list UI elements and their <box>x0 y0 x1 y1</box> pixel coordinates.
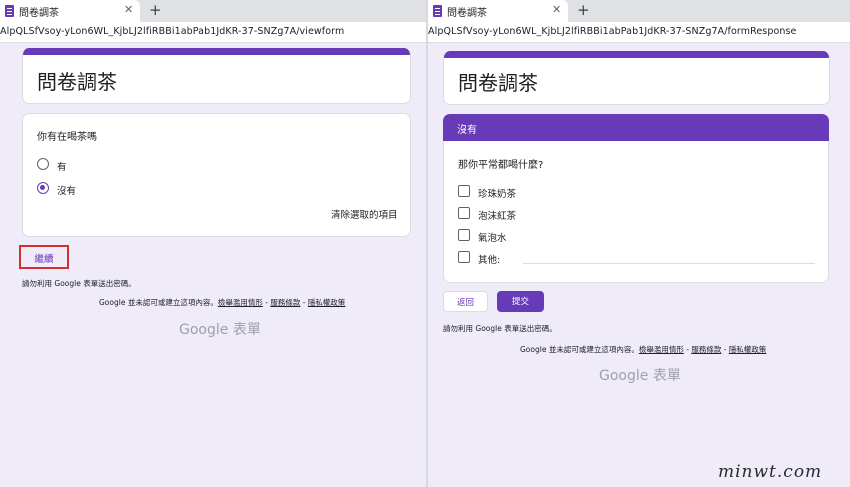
tab-bar: 問卷調茶 ✕ + <box>0 0 428 22</box>
accent-bar <box>23 48 410 55</box>
password-warning: 請勿利用 Google 表單送出密碼。 <box>22 279 136 288</box>
back-button[interactable]: 返回 <box>443 291 488 312</box>
url-text: AlpQLSfVsoy-yLon6WL_KjbLJ2lfiRBBi1abPab1… <box>428 26 797 37</box>
close-tab-icon[interactable]: ✕ <box>124 3 133 17</box>
address-bar[interactable]: AlpQLSfVsoy-yLon6WL_KjbLJ2lfiRBBi1abPab1… <box>428 22 850 43</box>
separator: - <box>300 298 308 307</box>
continue-label: 繼續 <box>34 254 54 265</box>
radio-label-yes: 有 <box>57 162 67 173</box>
tab-title: 問卷調茶 <box>447 8 487 19</box>
terms-link[interactable]: 服務條款 <box>270 298 300 307</box>
google-forms-icon <box>5 5 14 17</box>
form-title: 問卷調茶 <box>458 71 538 95</box>
google-forms-icon <box>433 5 442 17</box>
back-label: 返回 <box>456 298 474 308</box>
checkbox-label-2: 泡沫紅茶 <box>478 211 517 222</box>
google-forms-logo: Google 表單 <box>599 368 681 384</box>
disclaimer-text: Google 並未認可或建立這項內容。 <box>99 298 218 307</box>
form-title-card: 問卷調茶 <box>22 48 411 104</box>
clear-selection-link[interactable]: 清除選取的項目 <box>331 207 398 221</box>
privacy-link[interactable]: 隱私權政策 <box>729 345 767 354</box>
site-watermark: minwt.com <box>718 462 823 482</box>
new-tab-icon[interactable]: + <box>577 0 590 20</box>
section-header: 沒有 <box>443 114 829 142</box>
continue-button[interactable]: 繼續 <box>19 245 69 269</box>
privacy-link[interactable]: 隱私權政策 <box>308 298 346 307</box>
right-browser-window: 問卷調茶 ✕ + AlpQLSfVsoy-yLon6WL_KjbLJ2lfiRB… <box>428 0 850 487</box>
browser-tab[interactable]: 問卷調茶 ✕ <box>0 0 140 22</box>
checkbox-label-other: 其他: <box>478 255 501 266</box>
url-text: AlpQLSfVsoy-yLon6WL_KjbLJ2lfiRBBi1abPab1… <box>0 26 345 37</box>
report-abuse-link[interactable]: 檢舉濫用情形 <box>218 298 263 307</box>
question-title: 那你平常都喝什麼? <box>458 160 544 171</box>
tab-title: 問卷調茶 <box>19 8 59 19</box>
radio-option-yes[interactable] <box>37 158 49 170</box>
checkbox-option-3[interactable] <box>458 229 470 241</box>
accent-bar <box>444 51 829 58</box>
password-warning: 請勿利用 Google 表單送出密碼。 <box>443 324 557 333</box>
section-title: 沒有 <box>457 125 477 136</box>
submit-button[interactable]: 提交 <box>497 291 544 312</box>
question-card: 那你平常都喝什麼? 珍珠奶茶 泡沫紅茶 氣泡水 其他: <box>443 141 829 283</box>
browser-tab[interactable]: 問卷調茶 ✕ <box>428 0 568 22</box>
address-bar[interactable]: AlpQLSfVsoy-yLon6WL_KjbLJ2lfiRBBi1abPab1… <box>0 22 428 43</box>
terms-link[interactable]: 服務條款 <box>691 345 721 354</box>
form-page: 問卷調茶 你有在喝茶嗎 有 沒有 清除選取的項目 繼續 請勿利用 Google … <box>0 43 428 487</box>
close-tab-icon[interactable]: ✕ <box>552 3 561 17</box>
radio-label-no: 沒有 <box>57 186 77 197</box>
disclaimer: Google 並未認可或建立這項內容。檢舉濫用情形 - 服務條款 - 隱私權政策 <box>99 297 345 308</box>
checkbox-option-1[interactable] <box>458 185 470 197</box>
disclaimer-text: Google 並未認可或建立這項內容。 <box>520 345 639 354</box>
checkbox-label-1: 珍珠奶茶 <box>478 189 517 200</box>
radio-option-no[interactable] <box>37 182 49 194</box>
other-text-input[interactable] <box>523 263 815 264</box>
form-title: 問卷調茶 <box>37 70 117 94</box>
submit-label: 提交 <box>511 297 529 307</box>
form-page: 問卷調茶 沒有 那你平常都喝什麼? 珍珠奶茶 泡沫紅茶 氣泡水 其他: 返回 提… <box>428 43 850 487</box>
google-forms-logo: Google 表單 <box>179 322 261 338</box>
checkbox-label-3: 氣泡水 <box>478 233 507 244</box>
new-tab-icon[interactable]: + <box>149 0 162 20</box>
left-browser-window: 問卷調茶 ✕ + AlpQLSfVsoy-yLon6WL_KjbLJ2lfiRB… <box>0 0 428 487</box>
disclaimer: Google 並未認可或建立這項內容。檢舉濫用情形 - 服務條款 - 隱私權政策 <box>520 344 766 355</box>
form-title-card: 問卷調茶 <box>443 51 830 105</box>
checkbox-option-other[interactable] <box>458 251 470 263</box>
report-abuse-link[interactable]: 檢舉濫用情形 <box>639 345 684 354</box>
separator: - <box>721 345 729 354</box>
tab-bar: 問卷調茶 ✕ + <box>428 0 850 22</box>
question-card: 你有在喝茶嗎 有 沒有 清除選取的項目 <box>22 113 411 237</box>
question-title: 你有在喝茶嗎 <box>37 132 97 143</box>
checkbox-option-2[interactable] <box>458 207 470 219</box>
